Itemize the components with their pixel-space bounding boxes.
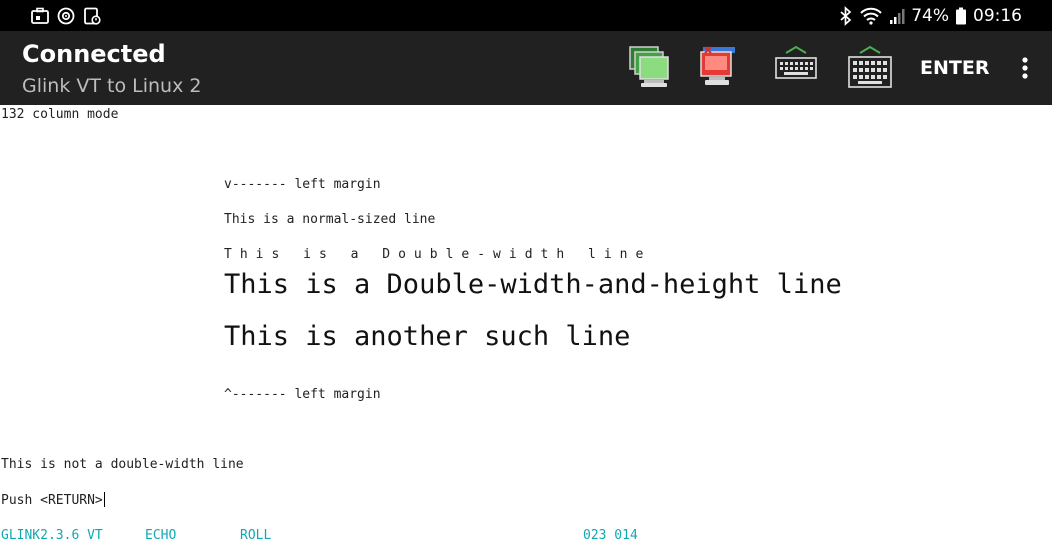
terminal-line-mode: 132 column mode: [1, 107, 119, 122]
terminal-line-double-height-2: This is another such line: [224, 321, 631, 352]
sessions-button[interactable]: [626, 43, 674, 91]
show-keyboard-button[interactable]: [772, 43, 820, 91]
status-echo: ECHO: [145, 528, 177, 543]
terminal-prompt-line: Push <RETURN>: [1, 492, 105, 509]
file-notification-icon: [82, 6, 102, 26]
enter-button[interactable]: ENTER: [912, 51, 997, 85]
terminal-line-not-double: This is not a double-width line: [1, 457, 244, 472]
status-right-group: 74% 09:16: [839, 0, 1022, 31]
terminal-line-margin-top: v------- left margin: [224, 177, 381, 192]
disconnect-monitor-icon: [700, 46, 735, 85]
app-root: 74% 09:16 Connected Glink VT to Linux 2: [0, 0, 1052, 544]
connection-subtitle: Glink VT to Linux 2: [22, 75, 202, 97]
status-roll: ROLL: [240, 528, 272, 543]
overflow-menu-button[interactable]: [1012, 51, 1038, 85]
terminal-prompt-text: Push <RETURN>: [1, 493, 103, 508]
page-title: Connected: [22, 40, 166, 68]
keyboard-up-icon: [775, 45, 817, 79]
more-vert-icon: [1022, 57, 1028, 79]
status-cursor-position: 023 014: [583, 528, 638, 543]
show-full-keyboard-button[interactable]: [846, 43, 894, 91]
disconnect-button[interactable]: [694, 43, 742, 91]
bluetooth-icon: [839, 5, 853, 26]
text-cursor: [103, 492, 105, 507]
terminal-screen[interactable]: 132 column mode v------- left margin Thi…: [0, 105, 1052, 544]
signal-strength-icon: [889, 6, 905, 26]
wifi-icon: [859, 6, 883, 26]
terminal-line-margin-bottom: ^------- left margin: [224, 387, 381, 402]
clock: 09:16: [973, 5, 1022, 26]
keyboard-full-icon: [848, 45, 892, 88]
briefcase-notification-icon: [30, 6, 50, 26]
app-toolbar: Connected Glink VT to Linux 2 ENTER: [0, 31, 1052, 105]
battery-icon: [955, 6, 967, 26]
status-version: GLINK2.3.6 VT: [1, 528, 103, 543]
system-status-bar: 74% 09:16: [0, 0, 1052, 31]
sync-notification-icon: [56, 6, 76, 26]
terminal-line-double-width: This is a Double-width line: [224, 247, 652, 262]
multi-session-monitors-icon: [629, 46, 669, 87]
terminal-line-double-height-1: This is a Double-width-and-height line: [224, 269, 842, 300]
terminal-line-normal: This is a normal-sized line: [224, 212, 436, 227]
battery-percent: 74%: [911, 5, 949, 26]
